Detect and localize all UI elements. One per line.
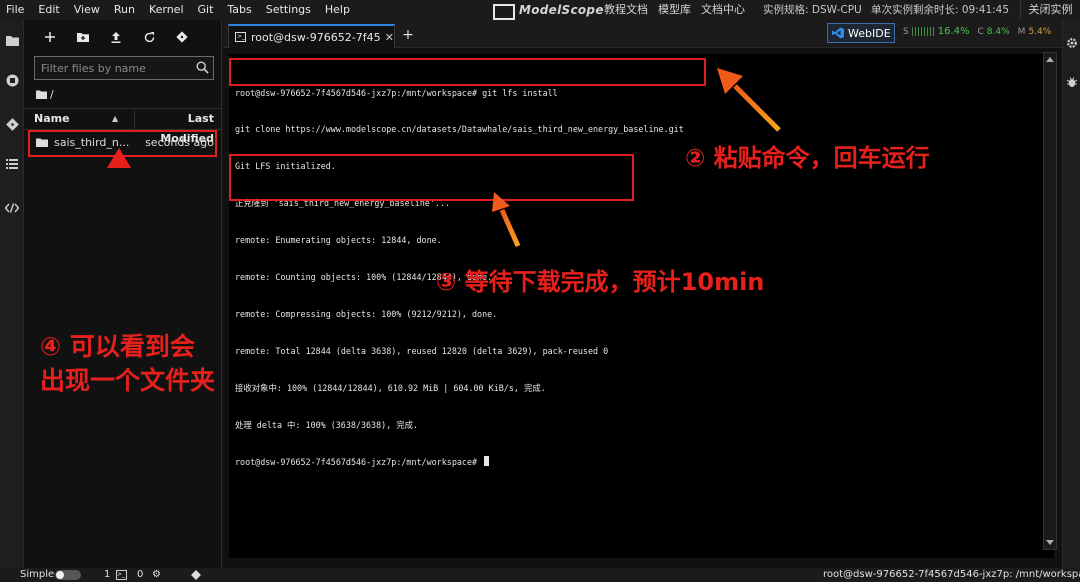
terminal-icon: >_ — [235, 32, 246, 42]
annotation-arrow-step4 — [107, 148, 131, 300]
monitor-c-value: 8.4% — [986, 26, 1010, 37]
terminal-line: remote: Total 12844 (delta 3638), reused… — [235, 345, 609, 356]
upload-icon[interactable] — [105, 26, 127, 48]
annotation-arrow-step3 — [492, 192, 521, 248]
terminal-scrollbar[interactable] — [1043, 52, 1057, 550]
scroll-up-arrow-icon[interactable] — [1046, 57, 1054, 62]
terminal-prompt-line: root@dsw-976652-7f4567d546-jxz7p:/mnt/wo… — [235, 455, 684, 468]
terminal-line: remote: Enumerating objects: 12844, done… — [235, 235, 442, 246]
monitor-m-value: 5.4% — [1028, 26, 1052, 37]
terminal-line: remote: Compressing objects: 100% (9212/… — [235, 308, 498, 319]
menu-file[interactable]: File — [0, 0, 31, 20]
monitor-s-label: S — [903, 26, 909, 37]
column-name[interactable]: Name — [34, 109, 70, 129]
gear-icon[interactable] — [1065, 36, 1079, 50]
link-model-library[interactable]: 模型库 — [658, 0, 691, 20]
git-clone-icon[interactable] — [171, 26, 193, 48]
sort-ascending-icon: ▲ — [112, 114, 119, 123]
code-icon[interactable] — [0, 196, 24, 220]
close-instance-button[interactable]: 关闭实例 — [1020, 0, 1080, 20]
monitor-s-bars — [911, 27, 934, 36]
brand-logo[interactable]: ModelScope — [493, 0, 604, 20]
terminal-panel: root@dsw-976652-7f4567d546-jxz7p:/mnt/wo… — [223, 48, 1062, 566]
new-folder-icon[interactable] — [72, 26, 94, 48]
annotation-step3: ③ 等待下载完成，预计10min — [436, 268, 765, 296]
breadcrumb-folder-icon[interactable] — [36, 90, 47, 99]
add-tab-button[interactable]: + — [397, 24, 419, 46]
link-tutorial-docs[interactable]: 教程文档 — [604, 0, 648, 20]
terminal-line: root@dsw-976652-7f4567d546-jxz7p:/mnt/wo… — [235, 87, 558, 98]
git-icon[interactable] — [0, 112, 24, 136]
monitor-m-label: M — [1017, 26, 1026, 37]
annotation-step4-line2: 出现一个文件夹 — [40, 366, 216, 395]
top-links: 教程文档 模型库 文档中心 — [604, 0, 755, 20]
new-launcher-button[interactable] — [39, 26, 61, 48]
right-sidebar — [1062, 20, 1080, 568]
tab-terminal-label: root@dsw-976652-7f4567d5 — [251, 30, 381, 44]
running-icon[interactable] — [0, 68, 24, 92]
refresh-icon[interactable] — [138, 26, 160, 48]
status-bar: Simple 1 >_ 0 ⚙ root@dsw-976652-7f4567d5… — [0, 568, 1080, 582]
menu-view[interactable]: View — [67, 0, 107, 20]
monitor-c-label: C — [977, 26, 984, 37]
git-status-icon[interactable] — [191, 570, 201, 582]
filter-files-input[interactable] — [34, 56, 214, 80]
breadcrumb: / — [36, 88, 54, 101]
simple-mode-label: Simple — [20, 569, 55, 580]
breadcrumb-root[interactable]: / — [50, 88, 54, 101]
scroll-down-arrow-icon[interactable] — [1046, 540, 1054, 545]
brand-name: ModelScope — [519, 3, 604, 17]
terminal-count[interactable]: 1 — [104, 568, 110, 582]
terminal-cursor — [484, 455, 490, 466]
toc-icon[interactable] — [0, 152, 24, 176]
terminal[interactable]: root@dsw-976652-7f4567d546-jxz7p:/mnt/wo… — [229, 54, 1054, 558]
bug-icon[interactable] — [1065, 75, 1079, 89]
folder-icon[interactable] — [0, 28, 24, 52]
menu-git[interactable]: Git — [191, 0, 221, 20]
file-browser-toolbar — [24, 26, 222, 48]
simple-mode-toggle[interactable] — [55, 570, 81, 580]
terminal-line: git clone https://www.modelscope.cn/data… — [235, 124, 684, 135]
webide-label: WebIDE — [848, 26, 891, 40]
link-doc-center[interactable]: 文档中心 — [701, 0, 745, 20]
annotation-arrow-step2 — [717, 68, 781, 132]
modelscope-logo-icon — [493, 4, 515, 20]
terminal-status-icon: >_ — [116, 570, 127, 580]
vscode-icon — [832, 27, 844, 39]
status-path: root@dsw-976652-7f4567d546-jxz7p: /mnt/w… — [823, 569, 1080, 580]
column-last-modified[interactable]: Last Modified — [134, 109, 222, 145]
menu-edit[interactable]: Edit — [31, 0, 66, 20]
instance-remaining-time: 单次实例剩余时长: 09:41:45 — [871, 4, 1010, 16]
annotation-box-command — [229, 58, 706, 86]
search-icon — [196, 61, 209, 74]
terminal-prompt: root@dsw-976652-7f4567d546-jxz7p:/mnt/wo… — [235, 456, 483, 467]
menu-tabs[interactable]: Tabs — [220, 0, 258, 20]
tab-terminal[interactable]: >_ root@dsw-976652-7f4567d5 ✕ — [228, 24, 395, 48]
menu-settings[interactable]: Settings — [259, 0, 318, 20]
annotation-step4: ④ 可以看到会 出现一个文件夹 — [40, 330, 215, 398]
kernel-count[interactable]: 0 — [137, 568, 143, 582]
menu-run[interactable]: Run — [107, 0, 142, 20]
activity-bar — [0, 20, 24, 568]
terminal-line: 处理 delta 中: 100% (3638/3638), 完成. — [235, 419, 419, 430]
tab-bar: >_ root@dsw-976652-7f4567d5 ✕ + WebIDE S… — [223, 20, 1080, 48]
annotation-step4-line1: ④ 可以看到会 — [40, 332, 195, 361]
close-icon[interactable]: ✕ — [385, 31, 394, 44]
menu-kernel[interactable]: Kernel — [142, 0, 191, 20]
file-list-header: Name ▲ Last Modified — [24, 108, 222, 145]
kernel-status-icon: ⚙ — [152, 569, 161, 580]
monitor-s-value: 16.4% — [937, 26, 970, 37]
annotation-box-progress — [229, 154, 634, 201]
webide-button[interactable]: WebIDE — [827, 23, 895, 43]
instance-spec: 实例规格: DSW-CPU — [763, 4, 862, 16]
terminal-line: 接收对象中: 100% (12844/12844), 610.92 MiB | … — [235, 382, 546, 393]
annotation-step2: ② 粘贴命令，回车运行 — [685, 144, 930, 172]
resource-monitor: S 16.4% C 8.4% M 5.4% — [903, 26, 1059, 37]
menu-help[interactable]: Help — [318, 0, 357, 20]
